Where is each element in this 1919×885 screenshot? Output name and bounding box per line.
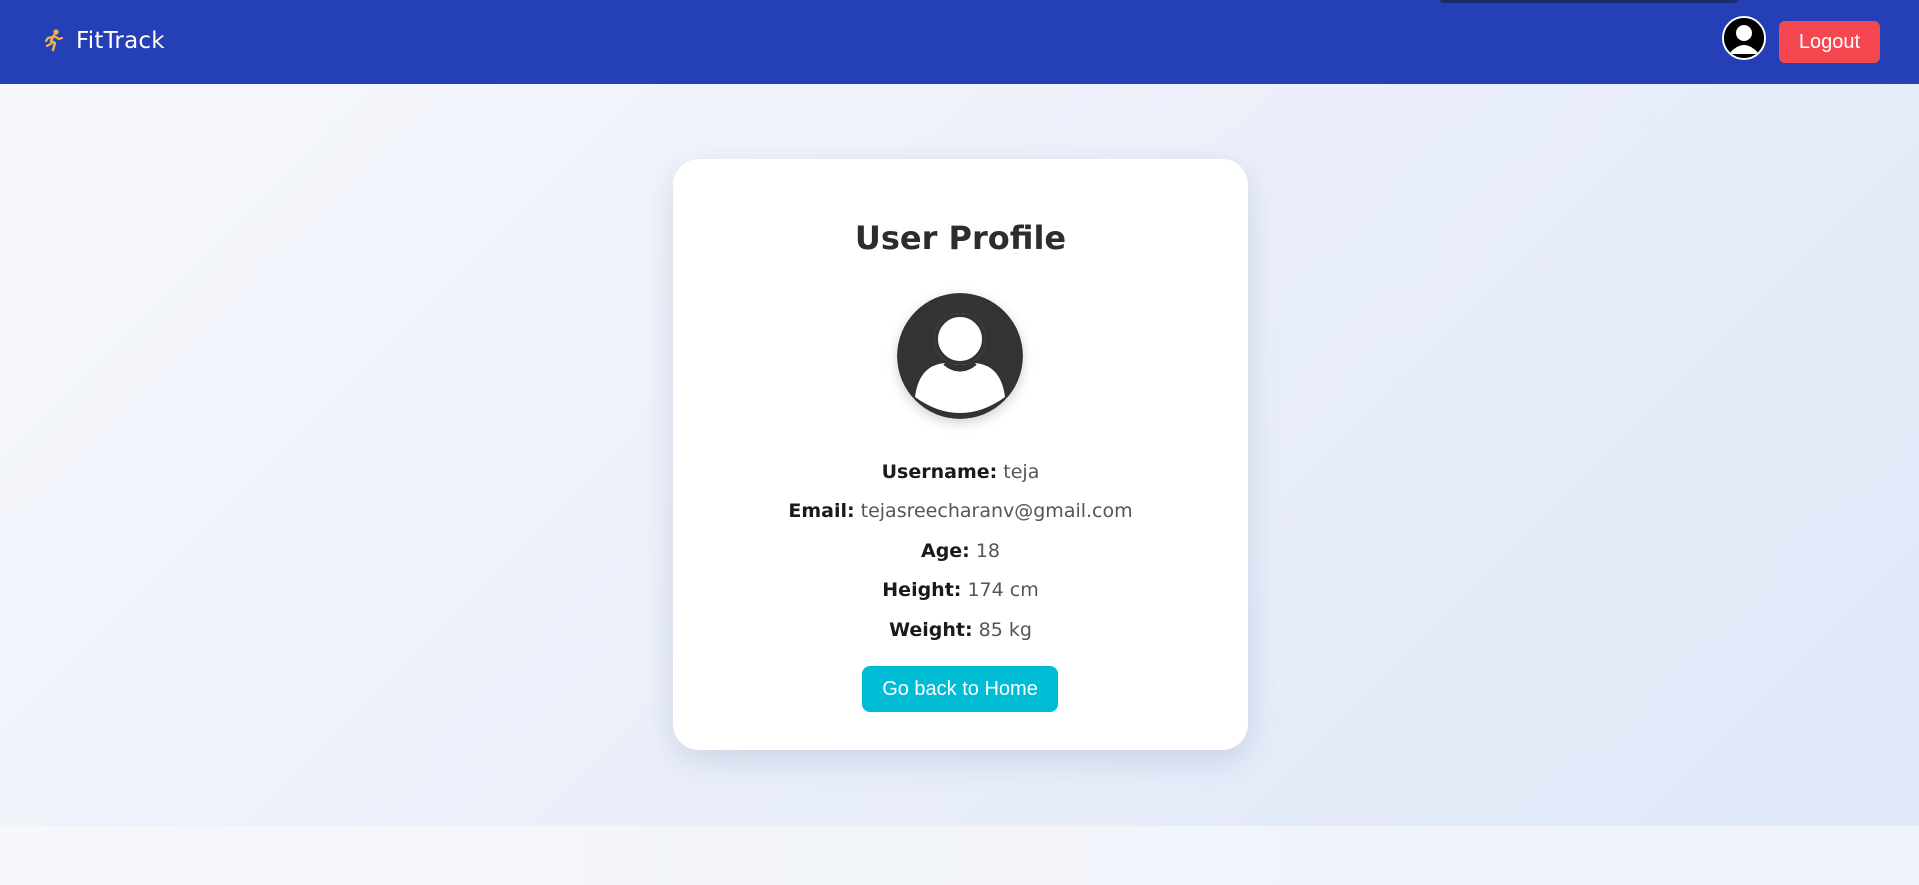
email-value: tejasreecharanv@gmail.com	[860, 500, 1133, 522]
top-navbar: FitTrack Logout	[0, 0, 1919, 84]
email-line: Email: tejasreecharanv@gmail.com	[673, 500, 1248, 522]
brand[interactable]: FitTrack	[42, 24, 165, 58]
age-line: Age: 18	[673, 540, 1248, 562]
height-label: Height:	[882, 579, 962, 601]
height-line: Height: 174 cm	[673, 579, 1248, 601]
email-label: Email:	[788, 500, 855, 522]
weight-value: 85 kg	[978, 619, 1032, 641]
running-person-icon	[42, 28, 66, 54]
dropdown-edge	[1440, 0, 1738, 3]
user-avatar-icon	[897, 293, 1023, 419]
weight-line: Weight: 85 kg	[673, 619, 1248, 641]
age-label: Age:	[920, 540, 970, 562]
height-value: 174 cm	[967, 579, 1039, 601]
username-label: Username:	[881, 461, 998, 483]
main-content: User Profile Username: teja Email: tejas…	[0, 84, 1919, 826]
username-value: teja	[1003, 461, 1040, 483]
username-line: Username: teja	[673, 461, 1248, 483]
go-home-button[interactable]: Go back to Home	[862, 666, 1058, 712]
profile-card: User Profile Username: teja Email: tejas…	[673, 159, 1248, 750]
logout-button[interactable]: Logout	[1779, 21, 1880, 63]
user-avatar-icon[interactable]	[1722, 16, 1766, 60]
footer-area	[0, 826, 1919, 885]
age-value: 18	[975, 540, 1001, 562]
brand-name: FitTrack	[76, 28, 165, 54]
weight-label: Weight:	[889, 619, 973, 641]
page-title: User Profile	[854, 219, 1067, 257]
